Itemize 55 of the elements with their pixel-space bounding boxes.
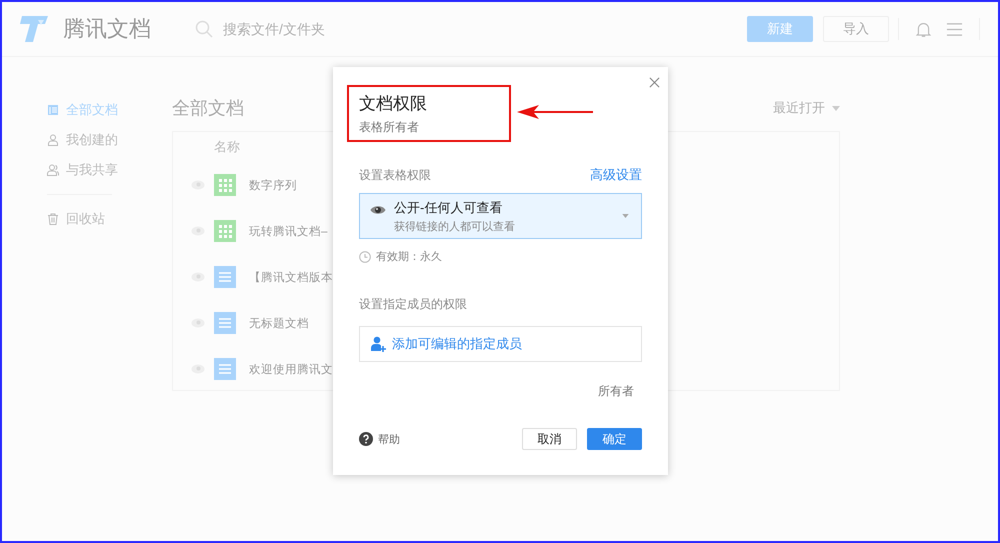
- permission-select[interactable]: 公开-任何人可查看 获得链接的人都可以查看: [359, 193, 642, 239]
- file-name[interactable]: 【腾讯文档版本: [249, 270, 333, 284]
- close-icon[interactable]: [649, 77, 660, 88]
- eye-icon: [191, 180, 205, 190]
- column-header: 名称: [214, 138, 240, 156]
- header-button[interactable]: 导入: [823, 16, 889, 42]
- sidebar-item[interactable]: 全部文档: [47, 95, 172, 125]
- page-title: 全部文档: [172, 97, 244, 120]
- document-icon: [214, 312, 236, 334]
- section-label: 设置表格权限: [359, 166, 431, 184]
- owner-label: 所有者: [598, 383, 634, 400]
- validity-text: 有效期：永久: [376, 250, 442, 264]
- sidebar-item[interactable]: 回收站: [47, 204, 172, 234]
- menu-icon[interactable]: [946, 20, 963, 38]
- search-icon: [195, 20, 213, 38]
- advanced-settings-link[interactable]: 高级设置: [590, 166, 642, 184]
- document-icon: [47, 104, 59, 116]
- spreadsheet-icon: [214, 174, 236, 196]
- permission-title: 公开-任何人可查看: [394, 198, 504, 216]
- people-icon: [47, 164, 59, 176]
- help-link[interactable]: 帮助: [378, 432, 400, 446]
- dialog-title: 文档权限: [359, 93, 427, 115]
- section-label: 设置指定成员的权限: [359, 296, 468, 313]
- eye-icon: [191, 272, 205, 282]
- dialog-button[interactable]: 确定: [587, 428, 642, 450]
- document-icon: [214, 266, 236, 288]
- file-name[interactable]: 数字序列: [249, 178, 297, 192]
- document-icon: [214, 358, 236, 380]
- help-icon[interactable]: [359, 432, 373, 446]
- caret-icon: [832, 106, 840, 110]
- file-name[interactable]: 玩转腾讯文档–: [249, 224, 328, 238]
- sidebar-item[interactable]: 与我共享: [47, 155, 172, 185]
- add-user-icon: [370, 336, 386, 352]
- eye-icon: [191, 318, 205, 328]
- sort-dropdown[interactable]: 最近打开: [773, 99, 840, 117]
- spreadsheet-icon: [214, 220, 236, 242]
- permission-description: 获得链接的人都可以查看: [394, 220, 516, 234]
- eye-icon: [370, 205, 386, 215]
- bell-icon[interactable]: [915, 20, 932, 38]
- add-member-button[interactable]: 添加可编辑的指定成员: [359, 326, 642, 362]
- trash-icon: [47, 213, 59, 225]
- sidebar-item[interactable]: 我创建的: [47, 125, 172, 155]
- eye-icon: [191, 364, 205, 374]
- dialog-button[interactable]: 取消: [522, 428, 577, 450]
- logo-icon: [18, 14, 50, 44]
- search-field[interactable]: 搜索文件/文件夹: [221, 20, 485, 38]
- clock-icon: [359, 250, 371, 262]
- caret-icon: [622, 214, 629, 218]
- eye-icon: [191, 226, 205, 236]
- header-button[interactable]: 新建: [747, 16, 813, 42]
- person-icon: [47, 134, 59, 146]
- app-title: 腾讯文档: [63, 15, 152, 43]
- file-name[interactable]: 欢迎使用腾讯文: [249, 362, 333, 376]
- dialog-subtitle: 表格所有者: [359, 119, 419, 136]
- file-name[interactable]: 无标题文档: [249, 316, 309, 330]
